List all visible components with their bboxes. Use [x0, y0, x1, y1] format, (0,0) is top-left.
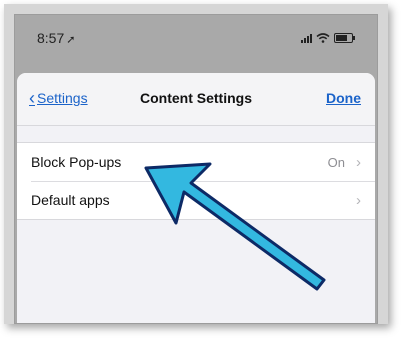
- page-title: Content Settings: [140, 90, 252, 106]
- status-bar: 8:57 ➚: [15, 15, 377, 75]
- row-label: Default apps: [31, 192, 110, 208]
- settings-group: Block Pop-ups On › Default apps ›: [17, 142, 375, 220]
- chevron-right-icon: ›: [356, 191, 361, 209]
- chevron-right-icon: ›: [356, 153, 361, 171]
- block-popups-row[interactable]: Block Pop-ups On ›: [17, 143, 375, 181]
- row-label: Block Pop-ups: [31, 154, 122, 170]
- content-settings-sheet: ‹ Settings Content Settings Done Block Po…: [17, 73, 375, 323]
- done-button[interactable]: Done: [326, 90, 361, 106]
- battery-fill: [336, 35, 347, 41]
- battery-icon: [334, 33, 355, 43]
- phone-screen: 8:57 ➚ ‹ Settings Content Settings Done …: [14, 14, 378, 324]
- screenshot-frame: 8:57 ➚ ‹ Settings Content Settings Done …: [4, 4, 388, 324]
- default-apps-row[interactable]: Default apps ›: [17, 181, 375, 219]
- navigation-bar: ‹ Settings Content Settings Done: [17, 73, 375, 126]
- status-icons: [301, 33, 355, 43]
- location-arrow-icon: ➚: [66, 34, 76, 46]
- status-time: 8:57 ➚: [37, 30, 75, 46]
- time-text: 8:57: [37, 30, 65, 46]
- row-value: On: [327, 154, 345, 170]
- cellular-signal-icon: [301, 33, 312, 43]
- wifi-icon: [316, 33, 330, 43]
